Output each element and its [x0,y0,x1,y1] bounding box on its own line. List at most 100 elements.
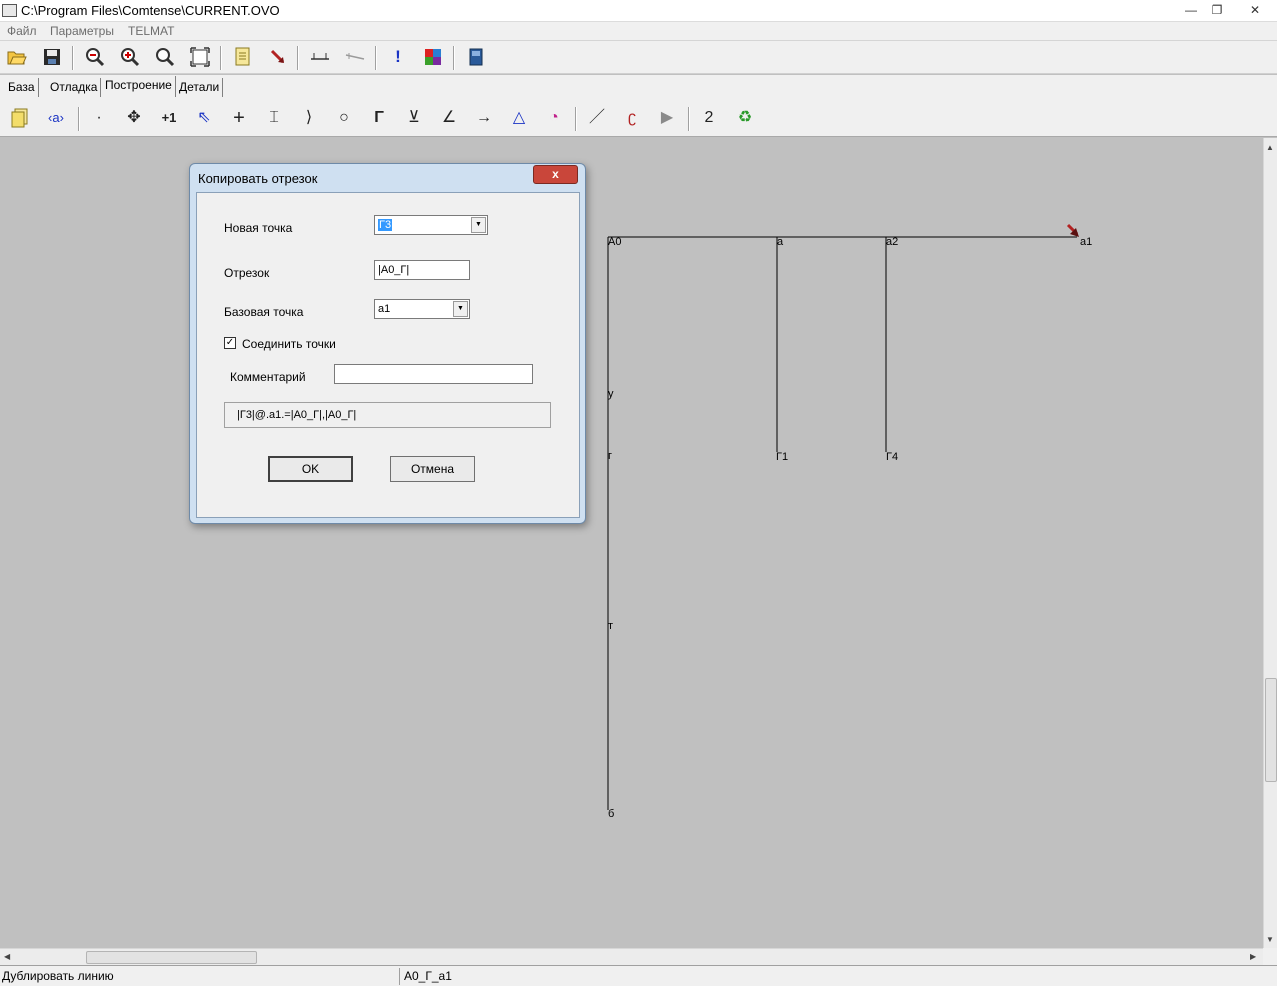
menu-file[interactable]: Файл [7,24,37,38]
status-bar: Дублировать линию A0_Г_a1 [0,965,1277,986]
horizontal-scrollbar[interactable]: ◀ ▶ [0,948,1263,965]
corner-icon[interactable]: Γ [366,105,392,131]
zoom-in-icon[interactable] [118,45,142,69]
segment-label: Отрезок [224,266,270,280]
play-disabled-icon[interactable]: ▶ [654,105,680,131]
line-icon[interactable]: ／ [584,105,610,131]
point-label-a2[interactable]: a2 [886,236,898,248]
label-a-icon[interactable]: ‹a› [43,105,69,131]
point-label-a[interactable]: a [777,236,783,248]
toolbar-separator [297,46,299,70]
window-title: C:\Program Files\Comtense\CURRENT.OVO [21,3,280,18]
select-arrow-icon[interactable]: ⇖ [191,105,217,131]
point-label-u[interactable]: у [608,388,614,400]
menu-bar: Файл Параметры TELMAT [0,22,1277,41]
menu-telmat[interactable]: TELMAT [128,24,174,38]
color-palette-icon[interactable] [421,45,445,69]
connect-points-label: Соединить точки [242,337,336,351]
notes-icon[interactable] [7,105,33,131]
open-folder-icon[interactable] [5,45,29,69]
triangle-curve-icon[interactable]: △ [506,105,532,131]
document-icon[interactable] [231,45,255,69]
point-label-b[interactable]: б [608,808,614,820]
toolbar-separator [453,46,455,70]
base-point-combo[interactable]: a1 ▼ [374,299,470,319]
new-point-label: Новая точка [224,221,293,235]
measure-disabled-icon[interactable] [343,45,367,69]
segment-field[interactable]: |A0_Г| [374,260,470,280]
tab-base[interactable]: База [5,78,39,97]
new-point-combo[interactable]: Г3 ▼ [374,215,488,235]
tab-debug[interactable]: Отладка [47,78,102,97]
point-label-g4[interactable]: Г4 [886,451,898,463]
menu-parameters[interactable]: Параметры [50,24,114,38]
app-icon [2,4,17,17]
point-icon[interactable]: · [86,105,112,131]
measure-icon[interactable] [308,45,332,69]
tab-strip: База Отладка Построение Детали [0,75,1277,99]
toolbar-separator [375,46,377,70]
dialog-client-area: Новая точка Г3 ▼ Отрезок |A0_Г| Базовая … [196,192,580,518]
arc-point-icon[interactable]: ⟩ [296,105,322,131]
toolbar-separator [688,107,690,131]
copy-segment-dialog: Копировать отрезок x Новая точка Г3 ▼ От… [189,163,586,524]
base-point-label: Базовая точка [224,305,304,319]
point-label-t[interactable]: т [608,620,613,632]
vertical-scrollbar[interactable]: ▲ ▼ [1263,138,1277,948]
cancel-button[interactable]: Отмена [390,456,475,482]
scroll-up-icon[interactable]: ▲ [1266,143,1274,152]
chevron-down-icon[interactable]: ▼ [453,301,468,317]
pointer-red-icon[interactable] [266,45,290,69]
intersect-icon[interactable]: ⊻ [401,105,427,131]
dialog-title: Копировать отрезок [198,171,318,186]
main-toolbar: ! [0,41,1277,74]
circle-point-icon[interactable]: ○ [331,105,357,131]
curve-icon[interactable]: ʗ [619,105,645,131]
fit-to-window-icon[interactable] [188,45,212,69]
connect-points-checkbox[interactable]: ✓ [224,337,236,349]
arrow-right-icon[interactable]: → [471,105,497,131]
point-label-g[interactable]: г [608,450,612,462]
scroll-down-icon[interactable]: ▼ [1266,935,1274,944]
maximize-button[interactable]: ❐ [1204,1,1230,19]
tab-construction[interactable]: Построение [102,76,176,97]
close-window-button[interactable]: ✕ [1240,1,1270,19]
formula-display: |Г3|@.a1.=|A0_Г|,|A0_Г| [224,402,551,428]
toolbar-separator [575,107,577,131]
construction-toolbar: ‹a› · ✥ +1 ⇖ + ⌶ ⟩ ○ Γ ⊻ ∠ → △ ◔ ／ ʗ ▶ 2… [0,99,1277,137]
book-icon[interactable] [464,45,488,69]
vertical-scroll-thumb[interactable] [1265,678,1277,782]
red-marker-icon [1066,223,1079,237]
point-label-g1[interactable]: Г1 [776,451,788,463]
comment-field[interactable] [334,364,533,384]
toolbar-separator [72,46,74,70]
point-label-a1[interactable]: a1 [1080,236,1092,248]
base-point-value: a1 [378,303,391,315]
toolbar-separator [220,46,222,70]
toolbar-separator [78,107,80,131]
point-label-a0[interactable]: A0 [608,236,621,248]
zoom-out-icon[interactable] [83,45,107,69]
ok-button[interactable]: OK [268,456,353,482]
add-one-icon[interactable]: +1 [156,105,182,131]
cross-icon[interactable]: + [226,105,252,131]
status-message: Дублировать линию [0,968,400,985]
circle-arc-icon[interactable]: ◔ [541,105,567,131]
minimize-button[interactable]: — [1178,1,1204,19]
horizontal-scroll-thumb[interactable] [86,951,257,964]
title-bar: C:\Program Files\Comtense\CURRENT.OVO — … [0,0,1277,22]
move-icon[interactable]: ✥ [121,105,147,131]
zoom-icon[interactable] [153,45,177,69]
scroll-left-icon[interactable]: ◀ [4,952,10,961]
scroll-right-icon[interactable]: ▶ [1250,952,1256,961]
status-selection: A0_Г_a1 [404,969,452,983]
chevron-down-icon[interactable]: ▼ [471,217,486,233]
angle-icon[interactable]: ∠ [436,105,462,131]
save-icon[interactable] [40,45,64,69]
tab-details[interactable]: Детали [176,78,224,97]
recycle-icon[interactable]: ♻ [732,105,758,131]
bisect-icon[interactable]: ⌶ [261,105,287,131]
number-two-button[interactable]: 2 [696,105,722,131]
info-exclamation-icon[interactable]: ! [386,45,410,69]
dialog-close-button[interactable]: x [533,165,578,184]
